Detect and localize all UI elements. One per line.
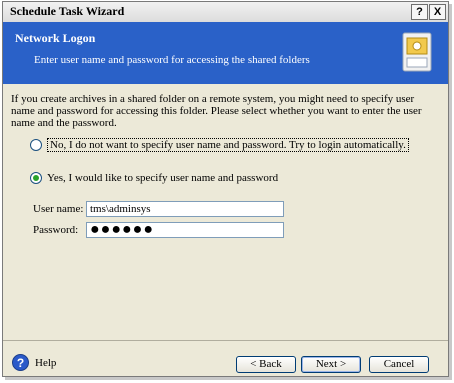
wizard-icon — [402, 32, 432, 72]
option-no-credentials[interactable]: No, I do not want to specify user name a… — [30, 138, 409, 152]
next-button[interactable]: Next > — [301, 356, 361, 373]
close-button[interactable]: X — [429, 4, 446, 20]
window-shadow-bottom — [5, 377, 452, 380]
radio-specify-credentials[interactable] — [30, 172, 42, 184]
password-label: Password: — [33, 224, 79, 236]
password-input[interactable]: ●●●●●● — [86, 222, 284, 238]
page-subtitle: Enter user name and password for accessi… — [34, 54, 310, 66]
option-specify-credentials[interactable]: Yes, I would like to specify user name a… — [30, 172, 278, 184]
help-title-button[interactable]: ? — [411, 4, 428, 20]
title-bar[interactable]: Schedule Task Wizard ? X — [3, 2, 448, 23]
option-no-credentials-label: No, I do not want to specify user name a… — [47, 138, 409, 152]
radio-no-credentials[interactable] — [30, 139, 42, 151]
footer-divider — [3, 340, 448, 341]
option-specify-credentials-label: Yes, I would like to specify user name a… — [47, 172, 279, 184]
back-button[interactable]: < Back — [236, 356, 296, 373]
username-label: User name: — [33, 203, 84, 215]
window-title: Schedule Task Wizard — [10, 4, 125, 18]
cancel-button[interactable]: Cancel — [369, 356, 429, 373]
username-input[interactable]: tms\adminsys — [86, 201, 284, 217]
help-label[interactable]: Help — [35, 357, 56, 369]
wizard-header: Network Logon Enter user name and passwo… — [3, 22, 448, 84]
help-icon[interactable]: ? — [12, 354, 29, 371]
window-shadow-right — [449, 4, 452, 380]
page-title: Network Logon — [15, 31, 96, 45]
description-text: If you create archives in a shared folde… — [11, 93, 422, 129]
wizard-dialog: Schedule Task Wizard ? X Network Logon E… — [2, 1, 449, 377]
help-link[interactable]: ? Help — [12, 354, 56, 371]
